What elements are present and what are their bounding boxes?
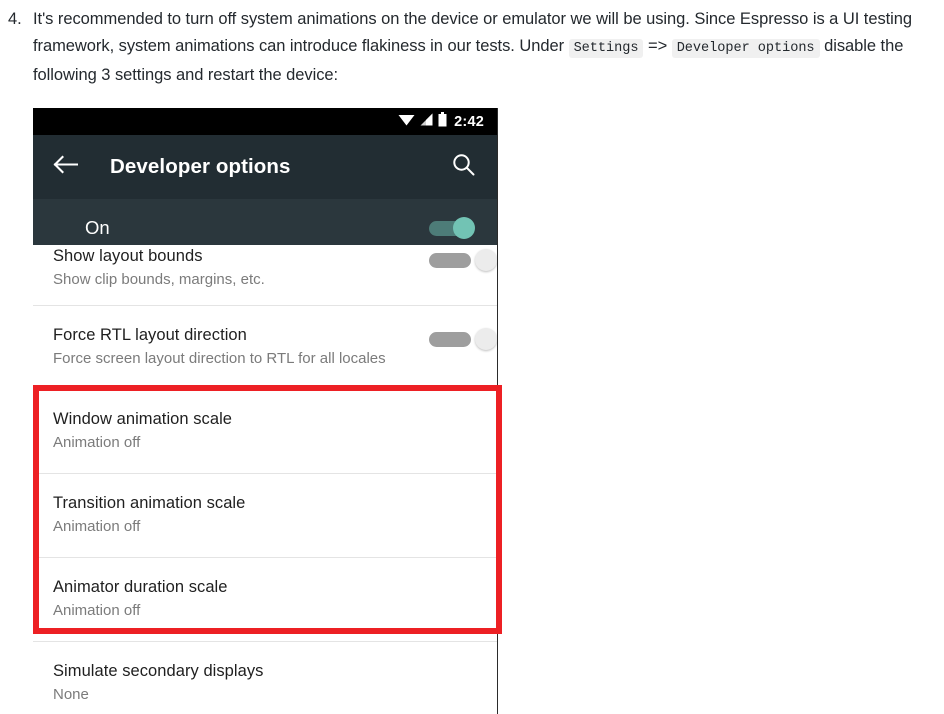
toggle-track bbox=[429, 253, 471, 268]
table-row[interactable]: Animator duration scale Animation off bbox=[33, 557, 497, 641]
row-title: Window animation scale bbox=[53, 410, 233, 428]
row-text: Transition animation scale Animation off bbox=[53, 492, 475, 537]
toggle-thumb bbox=[475, 328, 497, 350]
status-bar-clock: 2:42 bbox=[454, 113, 484, 130]
row-text: Force RTL layout direction Force screen … bbox=[53, 324, 463, 369]
row-text: Show layout bounds Show clip bounds, mar… bbox=[53, 245, 463, 290]
list-item: 4. It's recommended to turn off system a… bbox=[8, 6, 942, 89]
table-row[interactable]: Transition animation scale Animation off bbox=[33, 473, 497, 557]
android-screenshot: 2:42 Developer options On Show layout bo… bbox=[33, 108, 498, 714]
row-title: Animator duration scale bbox=[53, 578, 228, 596]
row-title: Force RTL layout direction bbox=[53, 326, 247, 344]
app-bar: Developer options bbox=[33, 135, 497, 199]
row-subtitle: Animation off bbox=[53, 434, 141, 451]
table-row[interactable]: Force RTL layout direction Force screen … bbox=[33, 305, 497, 389]
instruction-paragraph: 4. It's recommended to turn off system a… bbox=[0, 0, 944, 89]
toggle-track bbox=[429, 332, 471, 347]
row-subtitle: Animation off bbox=[53, 602, 141, 619]
page-title: Developer options bbox=[110, 155, 291, 178]
code-developer-options: Developer options bbox=[671, 39, 820, 58]
settings-list: Show layout bounds Show clip bounds, mar… bbox=[33, 245, 497, 714]
search-icon[interactable] bbox=[452, 153, 475, 181]
battery-icon bbox=[438, 111, 447, 132]
row-title: Transition animation scale bbox=[53, 494, 246, 512]
master-switch-toggle[interactable] bbox=[425, 216, 475, 239]
list-marker: 4. bbox=[8, 10, 22, 28]
row-subtitle: None bbox=[53, 686, 89, 703]
row-title: Show layout bounds bbox=[53, 247, 203, 265]
master-switch-label: On bbox=[85, 216, 110, 238]
row-text: Simulate secondary displays None bbox=[53, 660, 475, 705]
row-subtitle: Animation off bbox=[53, 518, 141, 535]
table-row[interactable]: Show layout bounds Show clip bounds, mar… bbox=[33, 245, 497, 305]
table-row[interactable]: Window animation scale Animation off bbox=[33, 389, 497, 473]
row-text: Animator duration scale Animation off bbox=[53, 576, 475, 621]
row-subtitle: Show clip bounds, margins, etc. bbox=[53, 271, 265, 288]
instruction-arrow: => bbox=[643, 37, 672, 55]
instruction-text: It's recommended to turn off system anim… bbox=[33, 6, 942, 89]
back-arrow-icon[interactable] bbox=[53, 154, 79, 180]
signal-icon bbox=[420, 113, 433, 131]
status-bar: 2:42 bbox=[33, 108, 497, 135]
code-settings: Settings bbox=[568, 39, 644, 58]
table-row[interactable]: Simulate secondary displays None bbox=[33, 641, 497, 714]
row-text: Window animation scale Animation off bbox=[53, 408, 475, 453]
toggle-thumb bbox=[453, 216, 475, 239]
row-title: Simulate secondary displays bbox=[53, 662, 264, 680]
toggle-thumb bbox=[475, 249, 497, 271]
wifi-icon bbox=[398, 113, 415, 131]
status-icons bbox=[398, 111, 447, 132]
row-subtitle: Force screen layout direction to RTL for… bbox=[53, 350, 386, 367]
